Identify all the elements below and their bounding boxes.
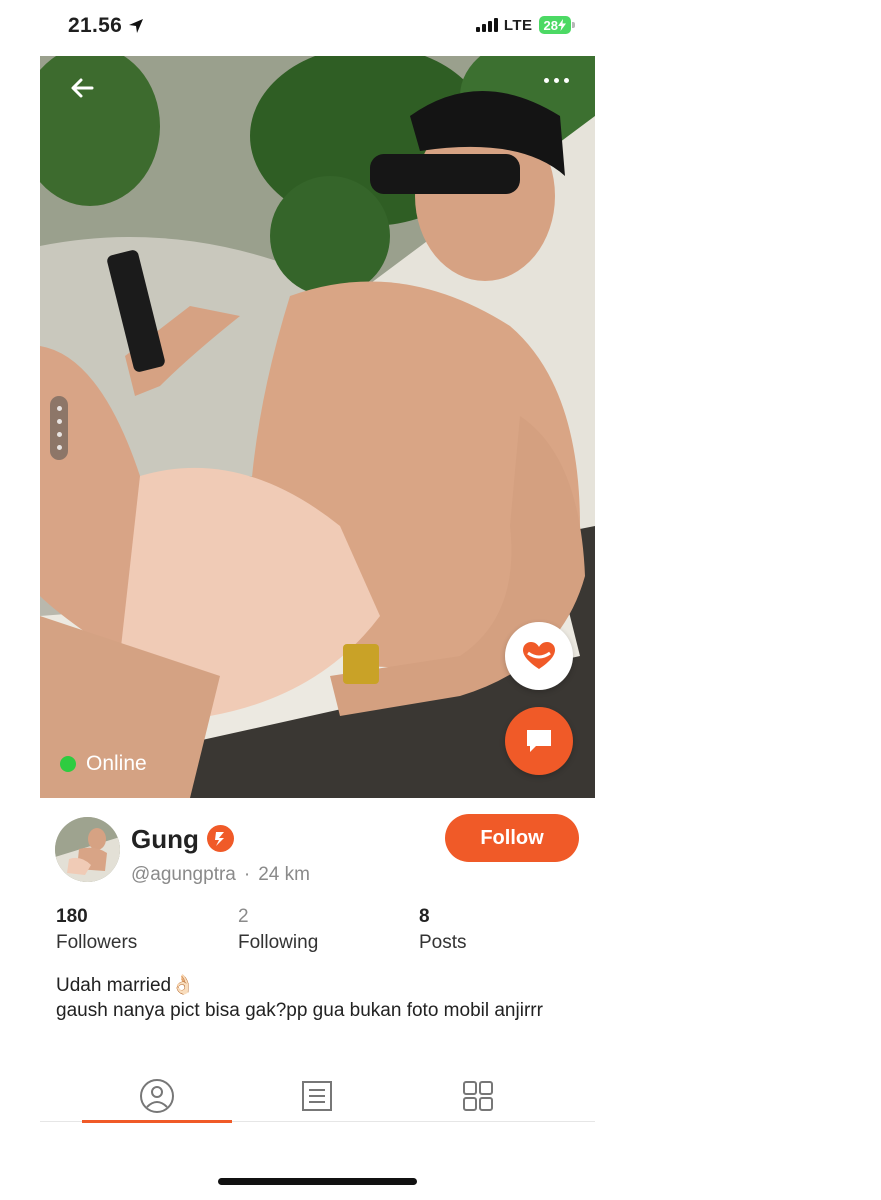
- charging-bolt-icon: [558, 19, 566, 31]
- location-arrow-icon: [129, 19, 144, 33]
- like-button[interactable]: [505, 622, 573, 690]
- profile-tabs: [40, 1066, 595, 1123]
- verified-badge-icon: [207, 825, 234, 852]
- profile-icon: [140, 1079, 174, 1113]
- heart-icon: [523, 642, 555, 669]
- posts-label: Posts: [419, 932, 467, 953]
- stat-following[interactable]: 2 Following: [238, 906, 318, 954]
- stat-followers[interactable]: 180 Followers: [56, 906, 137, 954]
- status-time: 21.56: [68, 14, 144, 38]
- followers-label: Followers: [56, 932, 138, 953]
- profile-photo[interactable]: Online: [40, 56, 595, 798]
- message-button[interactable]: [505, 707, 573, 775]
- status-indicators: LTE 28: [475, 16, 576, 34]
- profile-bio: Udah married👌🏻 gaush nanya pict bisa gak…: [56, 973, 576, 1023]
- posts-count: 8: [419, 906, 430, 927]
- bio-line-1: Udah married👌🏻: [56, 975, 195, 996]
- back-arrow-icon[interactable]: [66, 72, 98, 104]
- network-label: LTE: [503, 16, 533, 34]
- stat-posts[interactable]: 8 Posts: [419, 906, 467, 954]
- online-status: Online: [60, 752, 147, 776]
- home-indicator[interactable]: [218, 1178, 417, 1185]
- status-time-text: 21.56: [68, 14, 123, 37]
- follow-button[interactable]: Follow: [445, 814, 579, 862]
- grid-icon: [463, 1081, 493, 1111]
- tab-list[interactable]: [297, 1076, 337, 1116]
- battery-level: 28: [543, 17, 558, 33]
- more-options-icon[interactable]: [544, 78, 569, 83]
- photo-illustration: [40, 56, 595, 798]
- photo-pager[interactable]: [50, 396, 68, 460]
- list-icon: [302, 1081, 332, 1111]
- signal-icon: [475, 18, 498, 32]
- status-bar: 21.56 LTE 28: [40, 0, 595, 56]
- following-count: 2: [238, 906, 249, 927]
- online-dot-icon: [60, 756, 76, 772]
- tab-profile[interactable]: [137, 1076, 177, 1116]
- profile-stats: 180 Followers 2 Following 8 Posts: [56, 906, 576, 958]
- profile-distance: 24 km: [258, 864, 310, 885]
- bio-line-2: gaush nanya pict bisa gak?pp gua bukan f…: [56, 1000, 543, 1021]
- online-label: Online: [86, 752, 147, 775]
- profile-name: Gung: [131, 824, 199, 854]
- handle-row: @agungptra · 24 km: [131, 864, 310, 886]
- following-label: Following: [238, 932, 319, 953]
- followers-count: 180: [56, 906, 88, 927]
- avatar-image: [55, 817, 120, 882]
- battery-icon: 28: [538, 16, 576, 34]
- avatar[interactable]: [55, 817, 120, 882]
- active-tab-indicator: [82, 1120, 232, 1123]
- profile-handle: @agungptra: [131, 864, 236, 885]
- chat-bubble-icon: [527, 730, 551, 752]
- separator-dot: ·: [243, 864, 251, 885]
- tab-grid[interactable]: [458, 1076, 498, 1116]
